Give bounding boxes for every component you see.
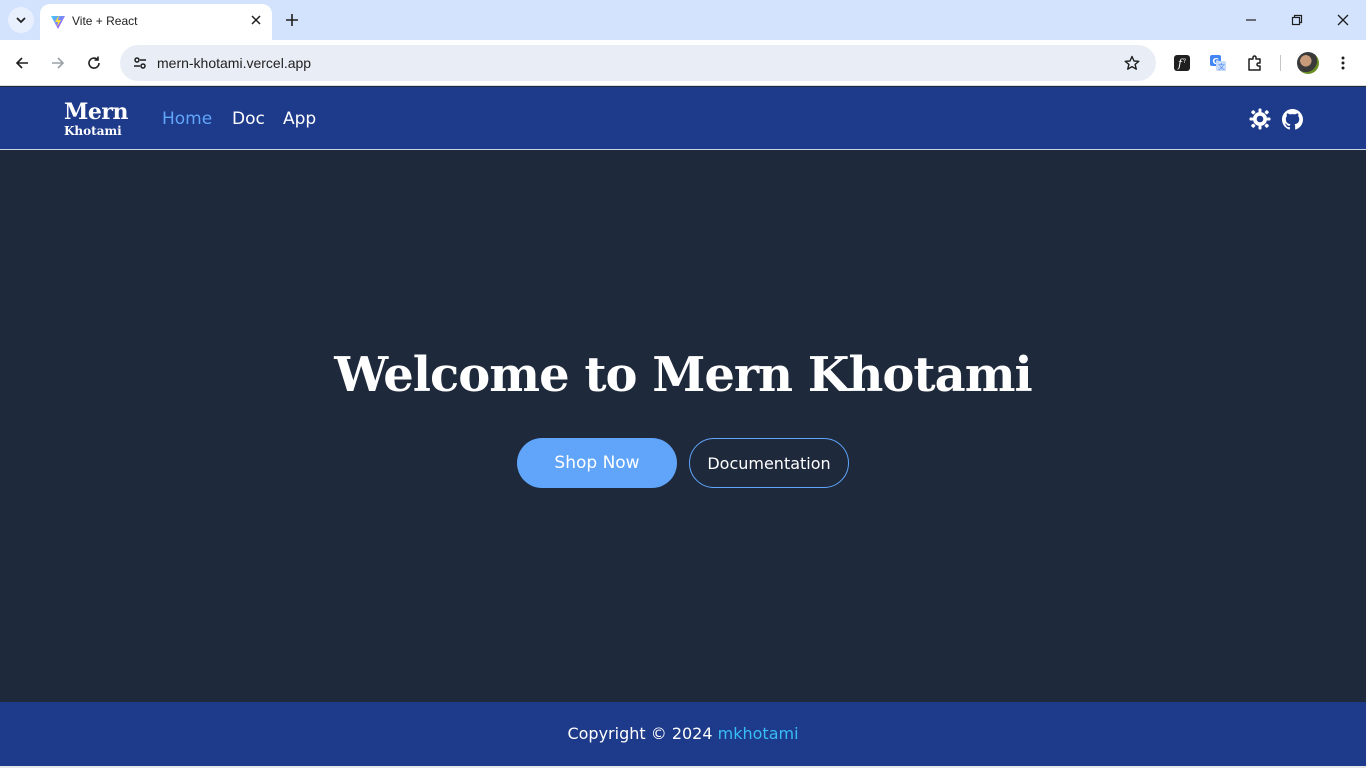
extensions-button[interactable] xyxy=(1243,51,1267,75)
browser-tab[interactable]: Vite + React xyxy=(40,4,272,40)
svg-text:文: 文 xyxy=(1218,62,1225,71)
close-icon xyxy=(251,15,261,25)
author-link[interactable]: mkhotami xyxy=(718,724,799,743)
tune-icon xyxy=(134,57,146,69)
documentation-button[interactable]: Documentation xyxy=(689,438,849,488)
profile-avatar[interactable] xyxy=(1297,52,1319,74)
star-icon xyxy=(1124,55,1140,70)
extension-fontface-button[interactable]: f? xyxy=(1170,51,1194,75)
bookmark-button[interactable] xyxy=(1120,51,1144,75)
plus-icon xyxy=(286,14,298,26)
chevron-down-icon xyxy=(16,17,26,24)
nav-link-doc[interactable]: Doc xyxy=(232,109,265,129)
extension-translate-button[interactable]: G文 xyxy=(1206,51,1230,75)
url-text[interactable]: mern-khotami.vercel.app xyxy=(157,55,311,71)
arrow-right-icon xyxy=(52,57,65,69)
logo-sub-text: Khotami xyxy=(64,124,122,138)
github-button[interactable] xyxy=(1281,108,1303,130)
browser-tab-strip: Vite + React xyxy=(0,0,1366,40)
restore-icon xyxy=(1291,14,1303,26)
nav-link-home[interactable]: Home xyxy=(162,109,212,129)
site-logo[interactable]: Mern Khotami xyxy=(64,101,128,137)
vite-logo-icon xyxy=(51,15,65,29)
restore-button[interactable] xyxy=(1285,8,1309,32)
reload-button[interactable] xyxy=(81,50,107,76)
hero-title: Welcome to Mern Khotami xyxy=(334,347,1032,403)
arrow-left-icon xyxy=(15,57,28,69)
browser-menu-button[interactable] xyxy=(1331,51,1355,75)
more-vertical-icon xyxy=(1341,56,1345,70)
tab-close-button[interactable] xyxy=(248,12,264,28)
shop-now-button[interactable]: Shop Now xyxy=(517,438,677,488)
copyright-text: Copyright © 2024 xyxy=(567,724,713,743)
logo-main-text: Mern xyxy=(64,99,128,125)
close-icon xyxy=(1337,14,1349,26)
tab-title: Vite + React xyxy=(72,14,138,28)
hero-section: Welcome to Mern Khotami Shop Now Documen… xyxy=(0,151,1366,702)
site-footer: Copyright © 2024 mkhotami xyxy=(0,702,1366,768)
address-bar[interactable]: mern-khotami.vercel.app xyxy=(120,45,1156,81)
theme-toggle-icon xyxy=(1249,108,1271,130)
site-info-button[interactable] xyxy=(126,49,154,77)
close-window-button[interactable] xyxy=(1331,8,1355,32)
footer-text: Copyright © 2024 mkhotami xyxy=(0,724,1366,743)
minimize-icon xyxy=(1246,19,1256,21)
forward-button[interactable] xyxy=(45,50,71,76)
tab-search-button[interactable] xyxy=(8,7,34,33)
font-extension-icon: f? xyxy=(1174,55,1190,71)
minimize-button[interactable] xyxy=(1239,8,1263,32)
svg-text:?: ? xyxy=(1183,58,1186,65)
site-navbar: Mern Khotami Home Doc App xyxy=(0,87,1366,150)
puzzle-icon xyxy=(1248,55,1261,71)
new-tab-button[interactable] xyxy=(280,8,304,32)
github-icon xyxy=(1281,108,1303,129)
browser-toolbar: mern-khotami.vercel.app f? G文 xyxy=(0,40,1366,86)
reload-icon xyxy=(88,56,100,69)
back-button[interactable] xyxy=(9,50,35,76)
nav-link-app[interactable]: App xyxy=(283,109,316,129)
toolbar-separator xyxy=(1280,55,1281,71)
google-translate-icon: G文 xyxy=(1210,55,1226,71)
theme-toggle-button[interactable] xyxy=(1249,108,1271,130)
